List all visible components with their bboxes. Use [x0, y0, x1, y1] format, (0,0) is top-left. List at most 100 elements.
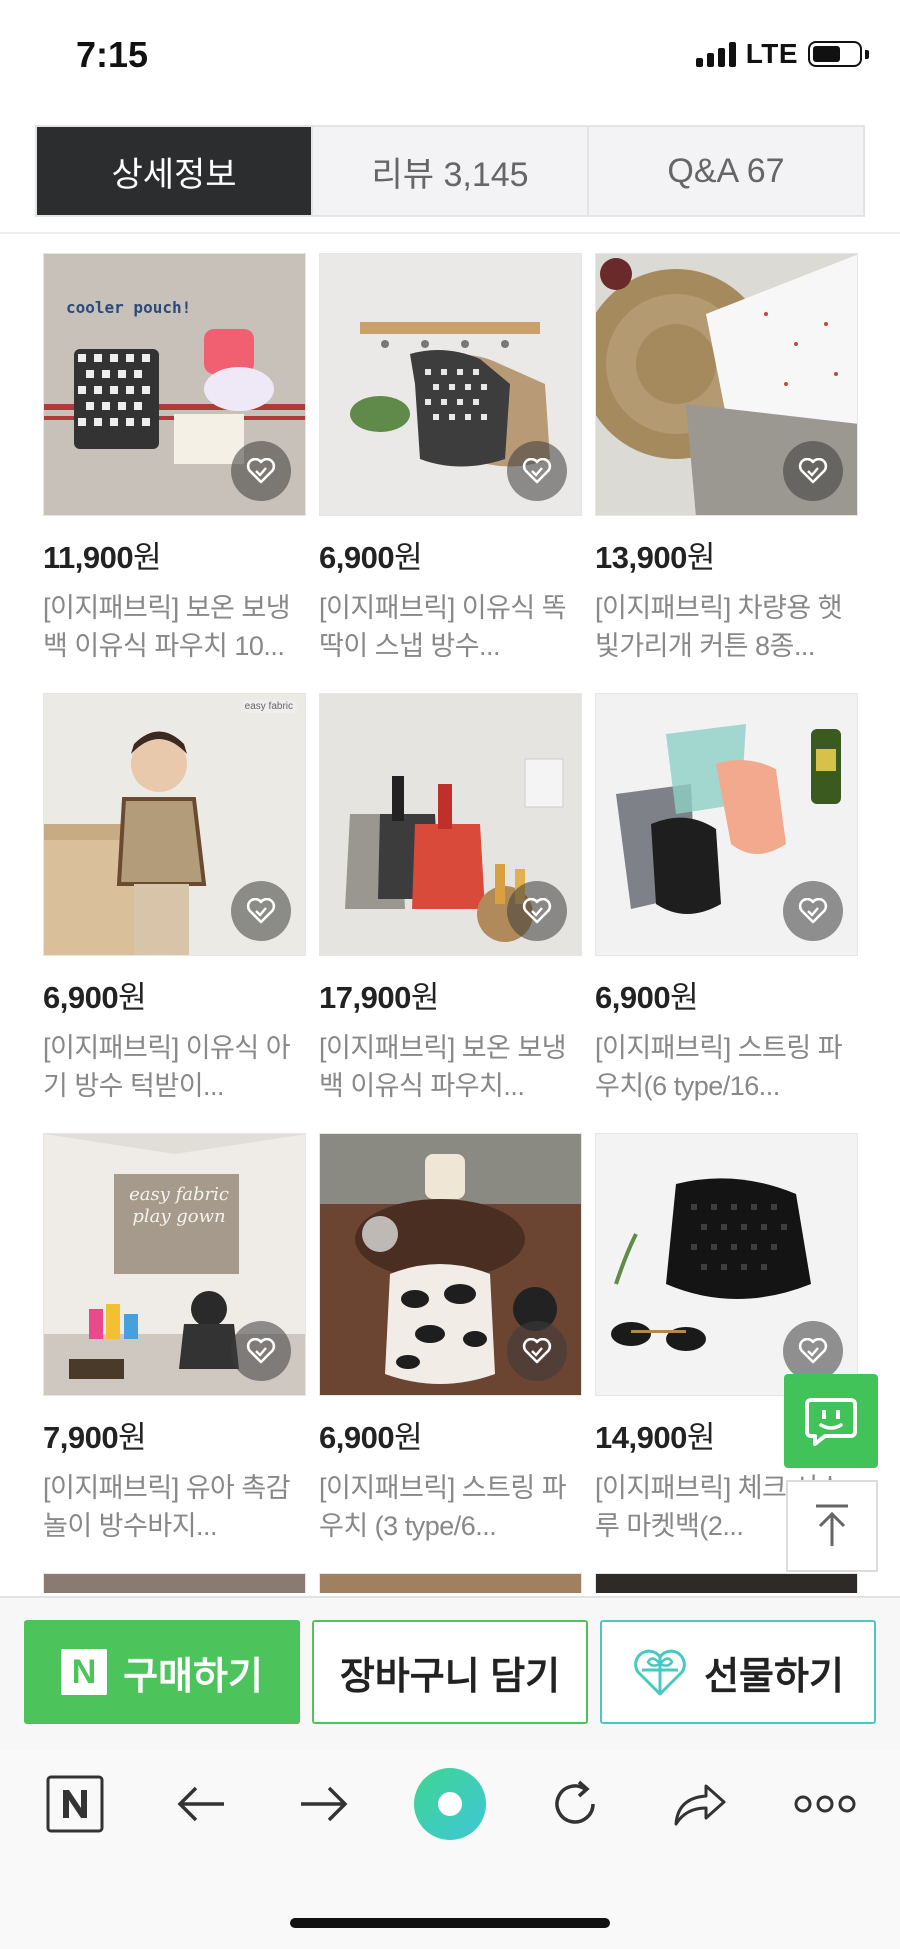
tab-detail-info[interactable]: 상세정보: [37, 127, 311, 215]
naver-pay-icon: N: [61, 1649, 108, 1695]
wishlist-button[interactable]: [783, 1321, 843, 1381]
home-indicator: [290, 1918, 610, 1928]
tab-reviews[interactable]: 리뷰 3,145: [311, 127, 587, 215]
thumb-caption: easy fabric: [240, 700, 297, 713]
heart-icon: [246, 1338, 276, 1364]
green-dot-icon: [414, 1768, 486, 1840]
tab-divider: [0, 232, 900, 234]
product-card[interactable]: [319, 1573, 582, 1593]
product-card[interactable]: 6,900원 [이지패브릭] 이유식 똑딱이 스냅 방수...: [319, 253, 582, 665]
tab-qna[interactable]: Q&A 67: [587, 127, 863, 215]
share-icon: [674, 1784, 726, 1826]
product-image[interactable]: [595, 693, 858, 956]
product-card[interactable]: [595, 1573, 858, 1593]
more-icon: [794, 1795, 856, 1813]
purchase-bar: N 구매하기 장바구니 담기 선물하기: [0, 1596, 900, 1750]
refresh-icon: [555, 1780, 595, 1824]
gift-button-label: 선물하기: [704, 1655, 844, 1698]
product-card[interactable]: 13,900원 [이지패브릭] 차량용 햇빛가리개 커튼 8종...: [595, 253, 858, 665]
refresh-button[interactable]: [535, 1772, 615, 1836]
naver-home-button[interactable]: [35, 1772, 115, 1836]
wishlist-button[interactable]: [507, 881, 567, 941]
share-button[interactable]: [660, 1772, 740, 1836]
product-name[interactable]: [이지패브릭] 보온 보냉백 이유식 파우치...: [319, 1029, 582, 1105]
heart-icon: [246, 898, 276, 924]
wishlist-button[interactable]: [231, 1321, 291, 1381]
cart-button-label: 장바구니 담기: [339, 1655, 561, 1698]
detail-tabs: 상세정보 리뷰 3,145 Q&A 67: [35, 125, 865, 217]
product-grid: cooler pouch! 11,900원 [이지패브릭] 보온 보냉백 이유식…: [43, 253, 863, 1593]
product-name[interactable]: [이지패브릭] 스트링 파우치 (3 type/6...: [319, 1469, 582, 1545]
heart-icon: [246, 458, 276, 484]
product-image[interactable]: [319, 693, 582, 956]
status-time: 7:15: [76, 34, 149, 75]
green-dot-button[interactable]: [410, 1768, 490, 1840]
buy-button[interactable]: N 구매하기: [24, 1620, 300, 1724]
product-price: 7,900원: [43, 1420, 147, 1455]
signal-icon: [695, 41, 736, 67]
scroll-to-top-button[interactable]: [786, 1480, 878, 1572]
status-bar: 7:15 LTE: [0, 0, 900, 110]
wishlist-button[interactable]: [507, 1321, 567, 1381]
product-price: 11,900원: [43, 540, 162, 575]
heart-icon: [522, 898, 552, 924]
wishlist-button[interactable]: [783, 881, 843, 941]
arrow-up-icon: [816, 1504, 848, 1546]
status-indicators: LTE: [695, 38, 869, 70]
product-image[interactable]: cooler pouch!: [43, 253, 306, 516]
product-image[interactable]: [319, 1133, 582, 1396]
battery-icon: [808, 41, 869, 67]
product-name[interactable]: [이지패브릭] 이유식 똑딱이 스냅 방수...: [319, 589, 582, 665]
product-price: 13,900원: [595, 540, 715, 575]
heart-icon: [522, 458, 552, 484]
back-arrow-icon: [177, 1786, 224, 1822]
product-price: 6,900원: [43, 980, 147, 1015]
heart-icon: [798, 458, 828, 484]
product-image[interactable]: [319, 253, 582, 516]
thumb-caption: easy fabric play gown: [129, 1184, 229, 1227]
heart-icon: [798, 1338, 828, 1364]
product-card[interactable]: 6,900원 [이지패브릭] 스트링 파우치 (3 type/6...: [319, 1133, 582, 1545]
forward-arrow-icon: [301, 1786, 348, 1822]
thumb-caption: cooler pouch!: [66, 298, 192, 317]
product-price: 6,900원: [319, 1420, 423, 1455]
product-name[interactable]: [이지패브릭] 이유식 아기 방수 턱받이...: [43, 1029, 306, 1105]
buy-button-label: 구매하기: [123, 1655, 263, 1698]
product-name[interactable]: [이지패브릭] 보온 보냉백 이유식 파우치 10...: [43, 589, 306, 665]
product-card[interactable]: 17,900원 [이지패브릭] 보온 보냉백 이유식 파우치...: [319, 693, 582, 1105]
product-image[interactable]: [595, 1133, 858, 1396]
wishlist-button[interactable]: [783, 441, 843, 501]
add-to-cart-button[interactable]: 장바구니 담기: [312, 1620, 588, 1724]
product-card[interactable]: cooler pouch! 11,900원 [이지패브릭] 보온 보냉백 이유식…: [43, 253, 306, 665]
product-price: 6,900원: [319, 540, 423, 575]
product-name[interactable]: [이지패브릭] 유아 촉감놀이 방수바지...: [43, 1469, 306, 1545]
product-price: 17,900원: [319, 980, 439, 1015]
network-label: LTE: [745, 38, 798, 69]
product-name[interactable]: [이지패브릭] 차량용 햇빛가리개 커튼 8종...: [595, 589, 858, 665]
naver-home-icon: [46, 1775, 104, 1833]
product-image[interactable]: [595, 1573, 858, 1593]
wishlist-button[interactable]: [231, 881, 291, 941]
heart-icon: [798, 898, 828, 924]
product-image[interactable]: easy fabric play gown: [43, 1133, 306, 1396]
back-button[interactable]: [160, 1772, 240, 1836]
more-button[interactable]: [785, 1772, 865, 1836]
product-image[interactable]: [595, 253, 858, 516]
forward-button[interactable]: [285, 1772, 365, 1836]
product-card[interactable]: 6,900원 [이지패브릭] 스트링 파우치(6 type/16...: [595, 693, 858, 1105]
product-card[interactable]: [43, 1573, 306, 1593]
wishlist-button[interactable]: [231, 441, 291, 501]
product-price: 6,900원: [595, 980, 699, 1015]
chat-icon: [805, 1398, 857, 1446]
product-image[interactable]: [43, 1573, 306, 1593]
gift-button[interactable]: 선물하기: [600, 1620, 876, 1724]
gift-heart-icon: [634, 1649, 686, 1696]
product-image[interactable]: easy fabric: [43, 693, 306, 956]
heart-icon: [522, 1338, 552, 1364]
wishlist-button[interactable]: [507, 441, 567, 501]
product-card[interactable]: easy fabric play gown 7,900원 [이지패브릭] 유아 …: [43, 1133, 306, 1545]
product-image[interactable]: [319, 1573, 582, 1593]
talk-talk-chat-button[interactable]: [784, 1374, 878, 1468]
product-card[interactable]: easy fabric 6,900원 [이지패브릭] 이유식 아기 방수 턱받이…: [43, 693, 306, 1105]
product-name[interactable]: [이지패브릭] 스트링 파우치(6 type/16...: [595, 1029, 858, 1105]
